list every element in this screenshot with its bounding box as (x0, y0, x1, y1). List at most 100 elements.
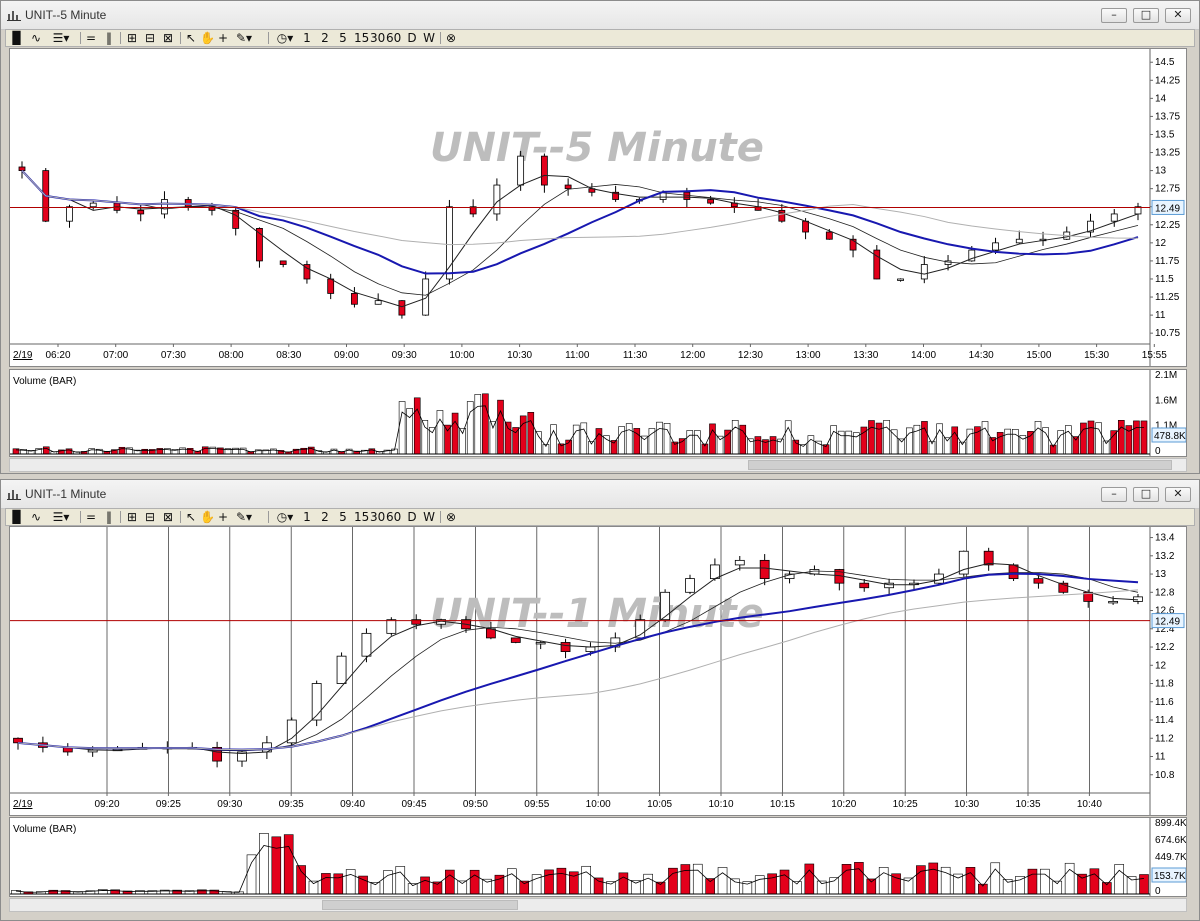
close-button[interactable]: ✕ (1165, 8, 1191, 23)
maximize-button[interactable]: □ (1133, 487, 1159, 502)
period-weekly[interactable]: W (422, 509, 436, 525)
volume-bar (395, 866, 406, 895)
last-price-value: 12.49 (1155, 617, 1180, 628)
volume-bar (754, 875, 765, 895)
price-tick-label: 12.75 (1155, 184, 1180, 195)
time-tick-label: 09:25 (156, 799, 181, 810)
pointer-icon[interactable]: ↖ (184, 30, 198, 46)
equal-icon[interactable]: = (84, 509, 98, 525)
time-tick-label: 09:00 (334, 350, 359, 361)
scrollbar-thumb[interactable] (322, 900, 518, 910)
title-bar[interactable]: UNIT--1 Minute – □ ✕ (1, 480, 1199, 509)
chart-toolbar: ▉ ∿ ☰▾ = ‖ ⊞ ⊟ ⊠ ↖ ✋ + ✎▾ ◷▾ 1 2 5 15 30… (5, 29, 1195, 47)
period-2[interactable]: 2 (320, 30, 330, 46)
minimize-button[interactable]: – (1101, 487, 1127, 502)
pencil-icon[interactable]: ✎▾ (232, 30, 256, 46)
crosshair-icon[interactable]: + (216, 30, 230, 46)
candle-body (232, 209, 240, 229)
zoom-in-icon[interactable]: ⊞ (124, 30, 140, 46)
volume-bar (1027, 431, 1034, 455)
hand-icon[interactable]: ✋ (200, 509, 215, 525)
hand-icon[interactable]: ✋ (200, 30, 215, 46)
pause-icon[interactable]: ‖ (102, 30, 116, 46)
chart-window-1min[interactable]: UNIT--1 Minute – □ ✕ ▉ ∿ ☰▾ = ‖ ⊞ ⊟ ⊠ ↖ … (0, 479, 1200, 921)
volume-bar (830, 425, 837, 455)
equal-icon[interactable]: = (84, 30, 98, 46)
maximize-button[interactable]: □ (1133, 8, 1159, 23)
time-tick-label: 10:30 (507, 350, 532, 361)
clock-icon[interactable]: ◷▾ (272, 30, 298, 46)
period-60[interactable]: 60 (386, 509, 401, 525)
chart-toolbar: ▉ ∿ ☰▾ = ‖ ⊞ ⊟ ⊠ ↖ ✋ + ✎▾ ◷▾ 1 2 5 15 30… (5, 508, 1195, 526)
volume-bar (655, 881, 666, 895)
period-60[interactable]: 60 (386, 30, 401, 46)
bar-chart-icon[interactable]: ▉ (9, 30, 25, 46)
candle-body (1110, 213, 1118, 222)
period-daily[interactable]: D (406, 30, 418, 46)
period-30[interactable]: 30 (370, 30, 385, 46)
volume-bar (686, 430, 694, 455)
volume-bar (779, 869, 790, 895)
period-15[interactable]: 15 (354, 30, 369, 46)
zoom-out-icon[interactable]: ⊟ (142, 30, 158, 46)
chart-window-5min[interactable]: UNIT--5 Minute – □ ✕ ▉ ∿ ☰▾ = ‖ ⊞ ⊟ ⊠ ↖ … (0, 0, 1200, 474)
volume-bar (1140, 420, 1148, 455)
period-1[interactable]: 1 (302, 509, 312, 525)
horizontal-scrollbar[interactable] (9, 898, 1187, 912)
title-bar[interactable]: UNIT--5 Minute – □ ✕ (1, 1, 1199, 30)
volume-bar (421, 420, 429, 455)
price-tick-label: 10.8 (1155, 770, 1175, 781)
close-button[interactable]: ✕ (1165, 487, 1191, 502)
volume-bar (1052, 880, 1063, 895)
pointer-icon[interactable]: ↖ (184, 509, 198, 525)
scrollbar-thumb[interactable] (748, 460, 1172, 470)
zoom-out-icon[interactable]: ⊟ (142, 509, 158, 525)
time-tick-label: 11:00 (565, 350, 590, 361)
minimize-button[interactable]: – (1101, 8, 1127, 23)
period-30[interactable]: 30 (370, 509, 385, 525)
candle-body (361, 632, 372, 657)
zoom-fit-icon[interactable]: ⊠ (160, 509, 176, 525)
line-chart-icon[interactable]: ∿ (28, 509, 44, 525)
cancel-icon[interactable]: ⊗ (444, 509, 458, 525)
zoom-fit-icon[interactable]: ⊠ (160, 30, 176, 46)
price-panel[interactable]: UNIT--1 Minute 13.4 13.2 13 12.8 12.6 12.4 12.2… (9, 526, 1187, 816)
line-chart-icon[interactable]: ∿ (28, 30, 44, 46)
pencil-icon[interactable]: ✎▾ (232, 509, 256, 525)
volume-bar (1117, 420, 1125, 455)
time-tick-label: 15:30 (1084, 350, 1109, 361)
period-5[interactable]: 5 (338, 30, 348, 46)
candle-body (897, 278, 904, 281)
time-tick-label: 11:30 (623, 350, 648, 361)
volume-bar (878, 867, 889, 895)
volume-bar (754, 436, 762, 455)
volume-bar (296, 865, 306, 895)
period-weekly[interactable]: W (422, 30, 436, 46)
volume-tick-label: 0 (1155, 446, 1161, 456)
period-15[interactable]: 15 (354, 509, 369, 525)
candle-body (493, 184, 501, 215)
volume-panel[interactable]: Volume (BAR)899.4K674.6K449.7K224.9K0153… (9, 817, 1187, 897)
period-5[interactable]: 5 (338, 509, 348, 525)
volume-bar (1072, 436, 1080, 455)
pause-icon[interactable]: ‖ (102, 509, 116, 525)
volume-panel[interactable]: Volume (BAR) 2.1M 1.6M 1.1M 0 478.8K (9, 369, 1187, 457)
price-panel[interactable]: UNIT--5 Minute 14.5 14.25 14 13.75 13.5 13.25 1… (9, 48, 1187, 367)
chart-type-dropdown-icon[interactable]: ☰▾ (46, 509, 76, 525)
period-1[interactable]: 1 (302, 30, 312, 46)
price-tick-label: 14.25 (1155, 75, 1180, 86)
volume-bar (474, 394, 482, 455)
horizontal-scrollbar[interactable] (9, 458, 1187, 472)
period-daily[interactable]: D (406, 509, 418, 525)
candle-body (161, 199, 168, 215)
crosshair-icon[interactable]: + (216, 509, 230, 525)
price-tick-label: 12.2 (1155, 642, 1175, 653)
zoom-in-icon[interactable]: ⊞ (124, 509, 140, 525)
period-2[interactable]: 2 (320, 509, 330, 525)
candle-body (446, 206, 453, 280)
clock-icon[interactable]: ◷▾ (272, 509, 298, 525)
bar-chart-icon[interactable]: ▉ (9, 509, 25, 525)
chart-type-dropdown-icon[interactable]: ☰▾ (46, 30, 76, 46)
cancel-icon[interactable]: ⊗ (444, 30, 458, 46)
volume-tick-label: 0 (1155, 886, 1161, 896)
